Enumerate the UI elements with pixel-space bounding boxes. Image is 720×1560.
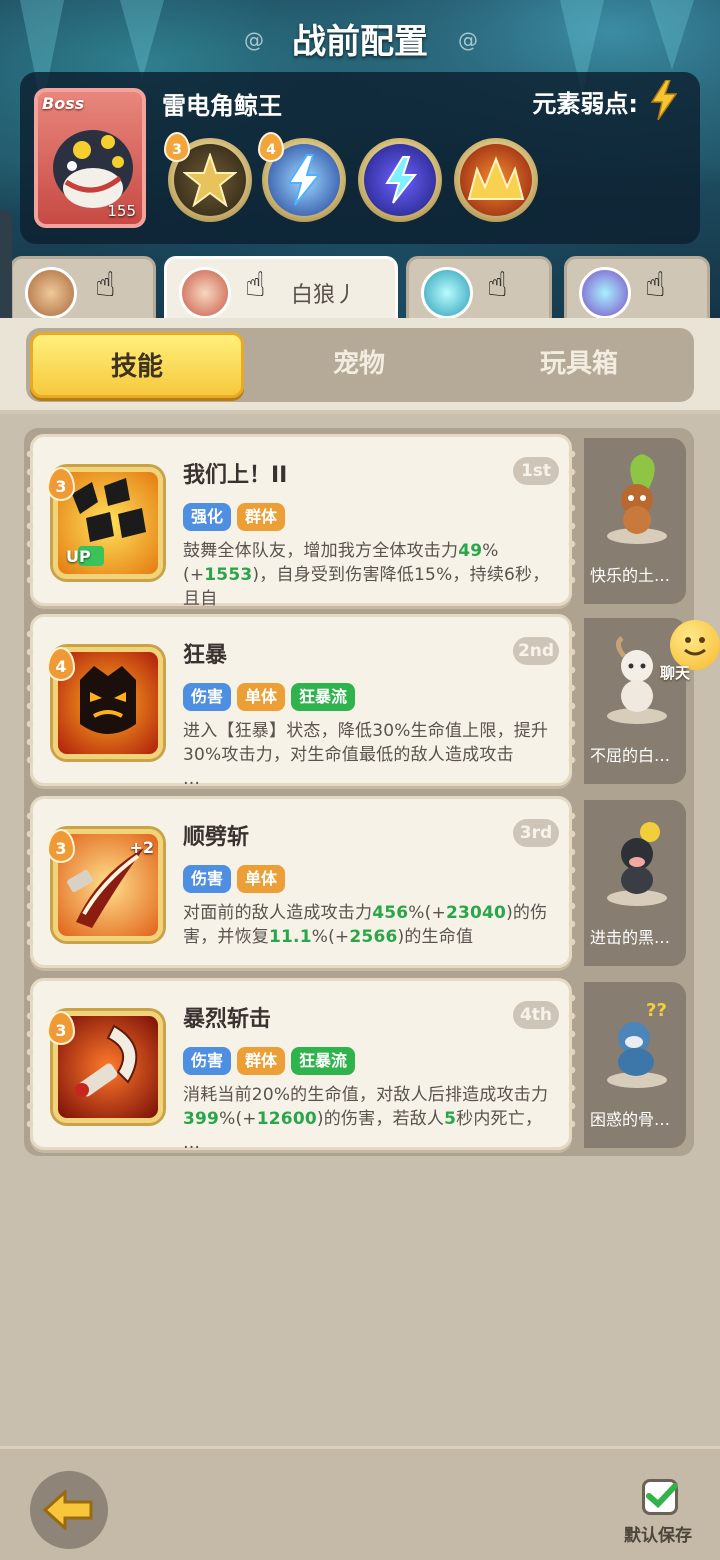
golden-spikes-icon <box>460 144 532 216</box>
pet-slot[interactable]: 快乐的土… <box>584 438 686 604</box>
pet-slot[interactable]: 进击的黑… <box>584 800 686 966</box>
skill-tags: 伤害 单体 <box>183 865 286 893</box>
pet-slot[interactable]: ?? 困惑的骨… <box>584 982 686 1148</box>
skill-tags: 伤害 群体 狂暴流 <box>183 1047 356 1075</box>
skill-title: 顺劈斩 <box>183 825 250 850</box>
hero-tab-4[interactable]: ☝ <box>564 256 710 318</box>
skill-level-badge: 4 <box>47 647 75 681</box>
skill-tag: 单体 <box>237 865 286 893</box>
skill-title: 我们上！II <box>183 463 288 488</box>
boss-panel: Boss 155 雷电角鲸王 元素弱点: 3 4 <box>20 72 700 244</box>
skill-rank: 4th <box>513 1001 559 1029</box>
skill-level-badge: 3 <box>47 467 75 501</box>
svg-text:??: ?? <box>646 1000 667 1021</box>
skill-row-3: 3 +2 顺劈斩 3rd 伤害 单体 对面前的敌人造成攻击力456%(+2304… <box>25 796 686 968</box>
skill-tag: 强化 <box>183 503 232 531</box>
skill-rank: 3rd <box>513 819 559 847</box>
hero-tab-2[interactable]: ☝ 白狼丿 <box>164 256 398 318</box>
tap-hand-icon: ☝ <box>645 265 666 305</box>
tab-pets[interactable]: 宠物 <box>252 332 466 398</box>
skill-tag: 单体 <box>237 683 286 711</box>
boss-tag: Boss <box>42 94 85 113</box>
skill-tag: 伤害 <box>183 865 232 893</box>
boss-whale-icon <box>53 130 133 208</box>
upgrade-badge: +2 <box>129 838 154 857</box>
chat-label: 聊天 <box>660 664 691 682</box>
skill-description: 消耗当前20%的生命值，对敌人后排造成攻击力399%(+12600)的伤害，若敌… <box>183 1085 549 1151</box>
pet-name: 困惑的骨… <box>590 1110 671 1129</box>
pet-name: 不屈的白… <box>590 746 671 765</box>
skill-description: 进入【狂暴】状态，降低30%生命值上限，提升30%攻击力，对生命值最低的敌人造成… <box>183 721 549 787</box>
chat-button[interactable]: 聊天 <box>648 620 720 690</box>
tap-hand-icon: ☝ <box>487 265 508 305</box>
pet-name: 快乐的土… <box>590 566 671 585</box>
battle-header: @ @ 战前配置 Boss 155 雷电角鲸王 元素弱点: 3 4 ☝ ☝ 白狼… <box>0 0 720 318</box>
skill-card[interactable]: 3 UP 我们上！II 1st 强化 群体 鼓舞全体队友，增加我方全体攻击力49… <box>25 434 577 607</box>
skill-row-2: 4 狂暴 2nd 伤害 单体 狂暴流 进入【狂暴】状态，降低30%生命值上限，提… <box>25 614 686 787</box>
section-bar: 技能 宠物 玩具箱 <box>0 318 720 414</box>
default-save-checkbox[interactable] <box>642 1479 678 1515</box>
boss-skill-4[interactable] <box>454 138 538 222</box>
squirrel-pet-icon <box>607 454 667 544</box>
skill-rank: 2nd <box>513 637 559 665</box>
bottom-bar: 默认保存 <box>0 1446 720 1560</box>
tab-skills[interactable]: 技能 <box>30 332 244 398</box>
hero-avatar-icon <box>421 267 473 318</box>
tap-hand-icon: ☝ <box>95 265 116 305</box>
lightning-bolt-icon <box>364 144 436 216</box>
lightning-element-icon <box>650 80 678 120</box>
upgrade-badge: UP <box>66 547 91 566</box>
skill-row-1: 3 UP 我们上！II 1st 强化 群体 鼓舞全体队友，增加我方全体攻击力49… <box>25 434 686 607</box>
skill-card[interactable]: 4 狂暴 2nd 伤害 单体 狂暴流 进入【狂暴】状态，降低30%生命值上限，提… <box>25 614 577 787</box>
skill-tag: 狂暴流 <box>291 1047 356 1075</box>
tab-toybox[interactable]: 玩具箱 <box>472 332 686 398</box>
default-save-label: 默认保存 <box>624 1526 692 1546</box>
pet-name: 进击的黑… <box>590 928 671 947</box>
hero-avatar-icon <box>579 267 631 318</box>
skill-description: 鼓舞全体队友，增加我方全体攻击力49%(+1553)，自身受到伤害降低15%，持… <box>183 541 550 607</box>
skill-rank: 1st <box>513 457 559 485</box>
mole-pet-icon <box>607 822 667 906</box>
dinosaur-pet-icon: ?? <box>607 1000 667 1088</box>
back-arrow-icon <box>43 1490 93 1530</box>
skill-row-4: 3 暴烈斩击 4th 伤害 群体 狂暴流 消耗当前20%的生命值，对敌人后排造成… <box>25 978 686 1151</box>
element-weakness-label: 元素弱点: <box>532 90 638 118</box>
skill-tag: 伤害 <box>183 1047 232 1075</box>
tap-hand-icon: ☝ <box>245 265 266 305</box>
hero-tab-name: 白狼丿 <box>291 283 358 308</box>
skill-tag: 伤害 <box>183 683 232 711</box>
skill-card[interactable]: 3 +2 顺劈斩 3rd 伤害 单体 对面前的敌人造成攻击力456%(+2304… <box>25 796 577 968</box>
boss-skill-level-badge: 3 <box>164 132 190 162</box>
skill-tag: 群体 <box>237 503 286 531</box>
boss-skill-level-badge: 4 <box>258 132 284 162</box>
skill-title: 狂暴 <box>183 643 228 668</box>
hero-avatar-icon <box>179 267 231 318</box>
skill-level-badge: 3 <box>47 1011 75 1045</box>
boss-skill-2[interactable]: 4 <box>258 132 346 222</box>
skill-card[interactable]: 3 暴烈斩击 4th 伤害 群体 狂暴流 消耗当前20%的生命值，对敌人后排造成… <box>25 978 577 1151</box>
hero-avatar-icon <box>25 267 77 318</box>
boss-skill-1[interactable]: 3 <box>164 132 252 222</box>
hero-tab-3[interactable]: ☝ <box>406 256 552 318</box>
hero-tabs: ☝ ☝ 白狼丿 ☝ ☝ <box>0 256 720 318</box>
skill-description: 对面前的敌人造成攻击力456%(+23040)的伤害，并恢复11.1%(+256… <box>183 903 548 947</box>
skill-title: 暴烈斩击 <box>183 1007 272 1032</box>
checkmark-icon <box>646 1483 678 1509</box>
boss-level: 155 <box>107 202 136 220</box>
back-button[interactable] <box>30 1471 108 1549</box>
hero-tab-1[interactable]: ☝ <box>10 256 156 318</box>
boss-name: 雷电角鲸王 <box>162 92 282 120</box>
section-segmented-control: 技能 宠物 玩具箱 <box>26 328 694 402</box>
skill-level-badge: 3 <box>47 829 75 863</box>
skill-tags: 伤害 单体 狂暴流 <box>183 683 356 711</box>
page-title: 战前配置 <box>292 22 428 62</box>
skill-tag: 狂暴流 <box>291 683 356 711</box>
skill-tags: 强化 群体 <box>183 503 286 531</box>
boss-portrait[interactable]: Boss 155 <box>34 88 146 228</box>
skill-tag: 群体 <box>237 1047 286 1075</box>
boss-skill-3[interactable] <box>358 138 442 222</box>
